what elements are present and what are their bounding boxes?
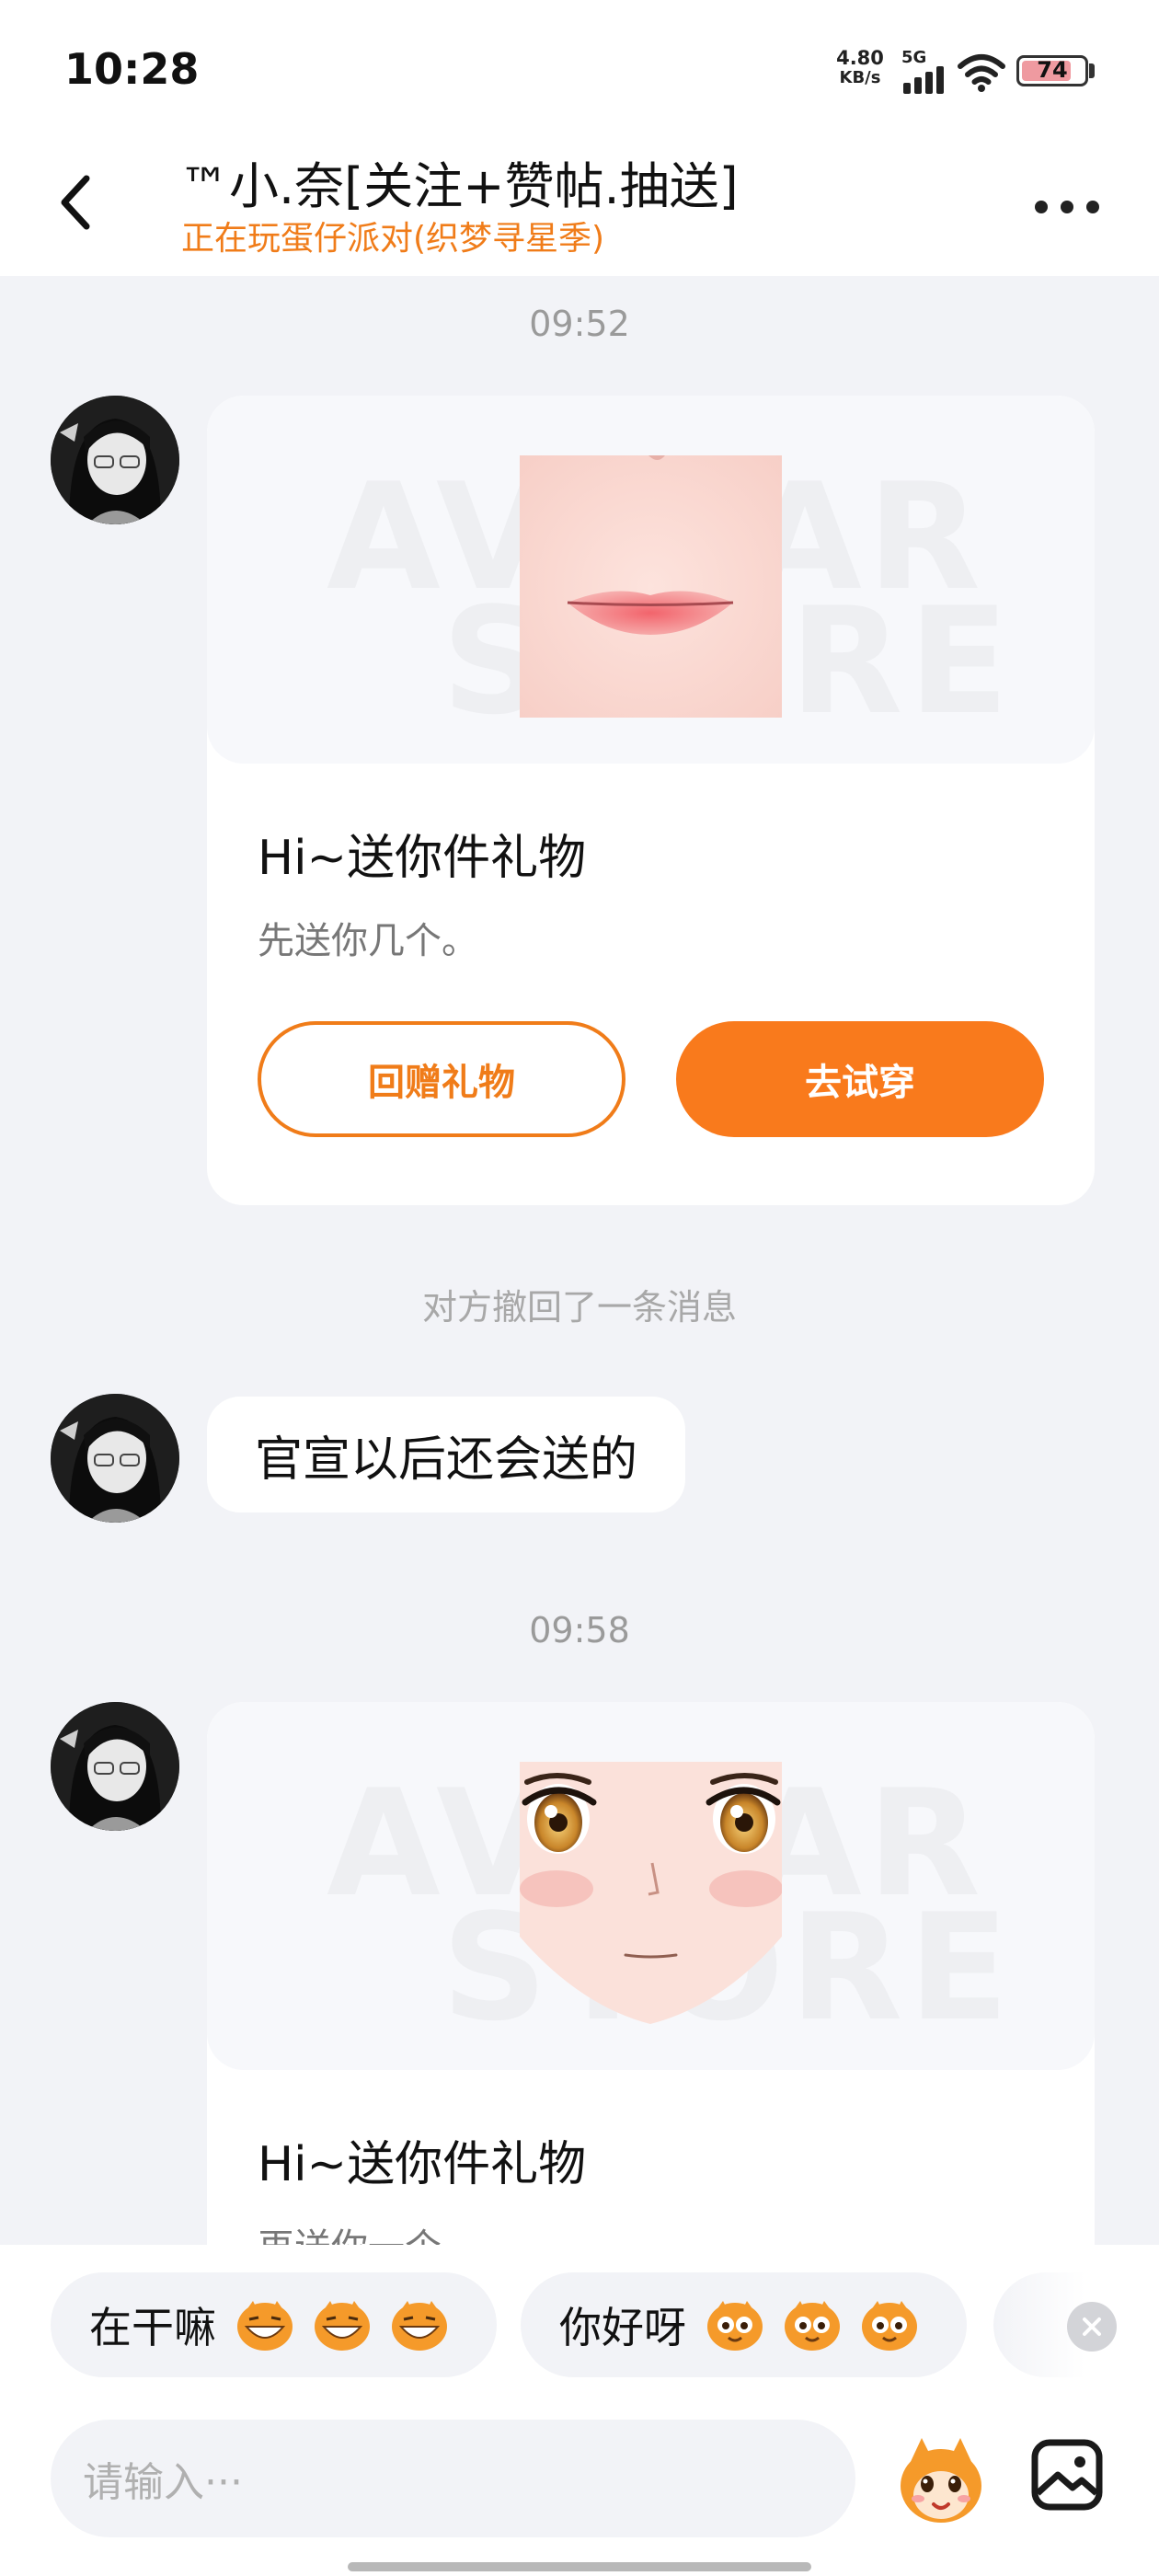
avatar-image [51, 1702, 179, 1831]
battery-level: 74 [1037, 57, 1068, 83]
grinning-egg-icon [308, 2297, 376, 2352]
gift-preview[interactable]: AVATAR STORE [207, 396, 1095, 764]
return-gift-button[interactable]: 回赠礼物 [258, 1021, 625, 1137]
message-timestamp: 09:52 [529, 304, 630, 344]
quick-reply-chip[interactable]: 你好呀 [521, 2272, 967, 2377]
gift-card[interactable]: AVATAR STORE Hi~送你件礼物 先送你几个。 回赠礼物 去试穿 [207, 396, 1095, 1205]
lips-item-image [520, 455, 782, 718]
chat-header: ™小.奈[关注+赞帖.抽送] 正在玩蛋仔派对(织梦寻星季) [0, 138, 1159, 276]
gift-description: 先送你几个。 [258, 920, 478, 962]
signal-icon [903, 66, 944, 94]
egg-mascot-icon [901, 2438, 981, 2523]
waving-egg-icon [778, 2297, 846, 2352]
message-input-placeholder: 请输入··· [83, 2459, 243, 2506]
recall-notice: 对方撤回了一条消息 [421, 1287, 737, 1328]
quick-reply-emojis [222, 2297, 453, 2352]
quick-reply-chip[interactable]: 在干嘛 [51, 2272, 497, 2377]
chevron-left-icon [61, 175, 90, 230]
emoji-button[interactable] [890, 2429, 992, 2530]
gift-title: Hi~送你件礼物 [258, 2137, 587, 2192]
dot-icon [1086, 201, 1099, 213]
waving-egg-icon [855, 2297, 924, 2352]
face-item-image [520, 1762, 782, 2024]
status-time: 10:28 [64, 44, 200, 94]
chat-title: ™小.奈[关注+赞帖.抽送] [179, 157, 739, 215]
status-bar: 10:28 4.80 KB/s 5G 74 [0, 0, 1159, 138]
grinning-egg-icon [385, 2297, 453, 2352]
chat-subtitle: 正在玩蛋仔派对(织梦寻星季) [181, 220, 605, 258]
message-input[interactable]: 请输入··· [51, 2420, 855, 2537]
more-options-button[interactable] [1035, 193, 1099, 221]
try-on-button[interactable]: 去试穿 [676, 1021, 1044, 1137]
back-button[interactable] [55, 166, 120, 239]
image-icon [1031, 2439, 1103, 2511]
close-quick-replies-button[interactable] [1067, 2302, 1117, 2352]
waving-egg-icon [701, 2297, 769, 2352]
quick-reply-label: 你好呀 [559, 2303, 686, 2352]
quick-reply-emojis [692, 2297, 924, 2352]
net-speed-value: 4.80 [836, 47, 884, 69]
gift-preview[interactable]: AVATAR STORE [207, 1702, 1095, 2070]
bottom-input-panel: 在干嘛 你好呀 请输入··· [0, 2245, 1159, 2576]
avatar[interactable] [51, 1394, 179, 1523]
close-icon [1083, 2317, 1101, 2336]
message-bubble[interactable]: 官宣以后还会送的 [207, 1397, 686, 1512]
avatar[interactable] [51, 1702, 179, 1831]
net-speed-unit: KB/s [839, 68, 881, 87]
quick-reply-label: 在干嘛 [89, 2303, 216, 2352]
image-button[interactable] [1030, 2438, 1104, 2512]
message-timestamp: 09:58 [529, 1610, 630, 1650]
net-speed: 4.80 KB/s [832, 48, 888, 88]
battery-icon: 74 [1016, 55, 1088, 86]
gift-title: Hi~送你件礼物 [258, 831, 587, 886]
grinning-egg-icon [231, 2297, 299, 2352]
home-indicator[interactable] [348, 2562, 811, 2571]
dot-icon [1035, 201, 1048, 213]
dot-icon [1061, 201, 1073, 213]
wifi-icon [958, 54, 1005, 92]
battery-tip [1089, 63, 1095, 78]
avatar-image [51, 396, 179, 524]
avatar-image [51, 1394, 179, 1523]
avatar[interactable] [51, 396, 179, 524]
